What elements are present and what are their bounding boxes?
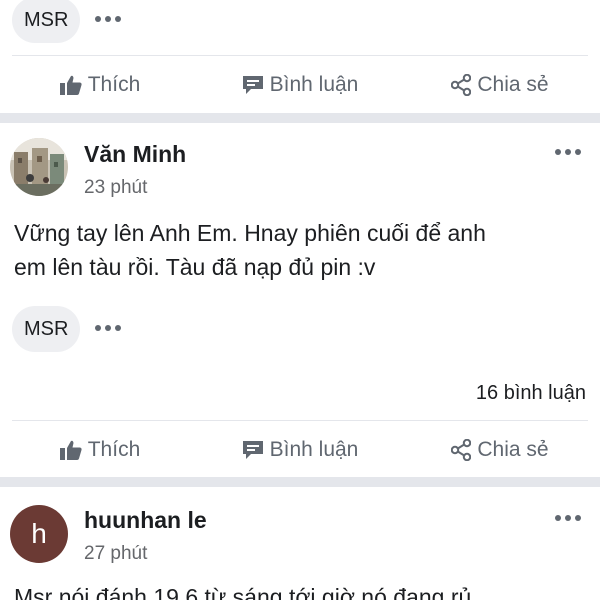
more-options-icon[interactable] (555, 148, 581, 156)
post-timestamp[interactable]: 23 phút (84, 177, 147, 199)
more-options-icon[interactable] (555, 514, 581, 522)
comment-label: Bình luận (269, 73, 359, 96)
thumbs-up-icon (59, 440, 82, 460)
action-bar: Thích Bình luận Chia sẻ (0, 425, 600, 475)
share-label: Chia sẻ (477, 73, 549, 96)
comment-button[interactable]: Bình luận (200, 425, 400, 475)
share-button[interactable]: Chia sẻ (400, 425, 600, 475)
topic-tag[interactable]: MSR (12, 0, 81, 43)
post-text-line-1: Msr nói đánh 19.6 từ sáng tới giờ nó đan… (14, 584, 472, 600)
more-options-icon[interactable] (95, 324, 121, 332)
like-label: Thích (87, 73, 141, 96)
comment-button[interactable]: Bình luận (200, 60, 400, 110)
topic-tag[interactable]: MSR (12, 306, 81, 352)
post-text-line-1: Vững tay lên Anh Em. Hnay phiên cuối để … (14, 220, 486, 246)
avatar-initial: h (31, 518, 47, 549)
like-button[interactable]: Thích (0, 60, 200, 110)
post-previous: MSR Thích Bình luận Chia sẻ (0, 0, 600, 113)
avatar[interactable]: h (10, 505, 68, 563)
comment-count[interactable]: 16 bình luận (476, 382, 586, 405)
share-label: Chia sẻ (477, 438, 549, 461)
comment-label: Bình luận (269, 438, 359, 461)
avatar[interactable] (10, 138, 68, 196)
post-separator (0, 477, 600, 487)
divider (12, 420, 588, 421)
post-text-line-2: em lên tàu rồi. Tàu đã nạp đủ pin :v (14, 254, 376, 280)
profile-photo (10, 138, 68, 196)
action-bar: Thích Bình luận Chia sẻ (0, 60, 600, 110)
comment-icon (242, 76, 263, 94)
post-separator (0, 113, 600, 123)
post-timestamp[interactable]: 27 phút (84, 543, 147, 565)
like-button[interactable]: Thích (0, 425, 200, 475)
author-name[interactable]: Văn Minh (84, 141, 186, 168)
share-icon (451, 439, 472, 461)
share-button[interactable]: Chia sẻ (400, 60, 600, 110)
author-name[interactable]: huunhan le (84, 507, 207, 534)
thumbs-up-icon (59, 75, 82, 95)
share-icon (451, 74, 472, 96)
like-label: Thích (87, 438, 141, 461)
more-options-icon[interactable] (95, 15, 121, 23)
comment-icon (242, 441, 263, 459)
divider (12, 55, 588, 56)
